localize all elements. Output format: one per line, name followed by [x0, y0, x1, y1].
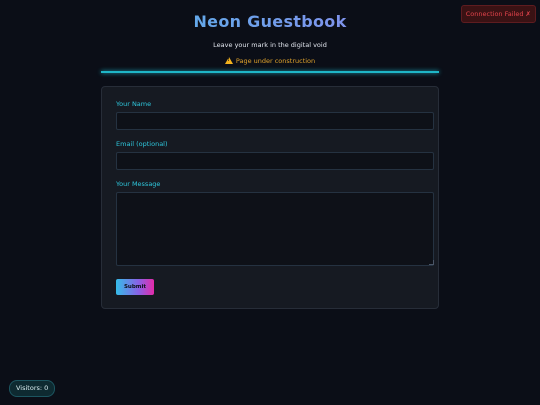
- message-textarea[interactable]: [116, 192, 434, 266]
- email-input[interactable]: [116, 152, 434, 170]
- name-input[interactable]: [116, 112, 434, 130]
- construction-notice-text: Page under construction: [235, 57, 316, 65]
- header-divider: [101, 71, 439, 73]
- name-label: Your Name: [116, 100, 152, 108]
- submit-button[interactable]: Submit: [116, 279, 154, 295]
- message-label: Your Message: [116, 180, 161, 188]
- page-subtitle: Leave your mark in the digital void: [213, 41, 327, 49]
- guestbook-form: Your Name Email (optional) Your Message …: [101, 86, 439, 309]
- warning-icon: [224, 57, 233, 64]
- email-label: Email (optional): [116, 140, 168, 148]
- visitors-counter-badge: Visitors: 0: [9, 380, 56, 397]
- construction-notice: Page under construction: [0, 56, 540, 65]
- page-title: Neon Guestbook: [0, 12, 540, 31]
